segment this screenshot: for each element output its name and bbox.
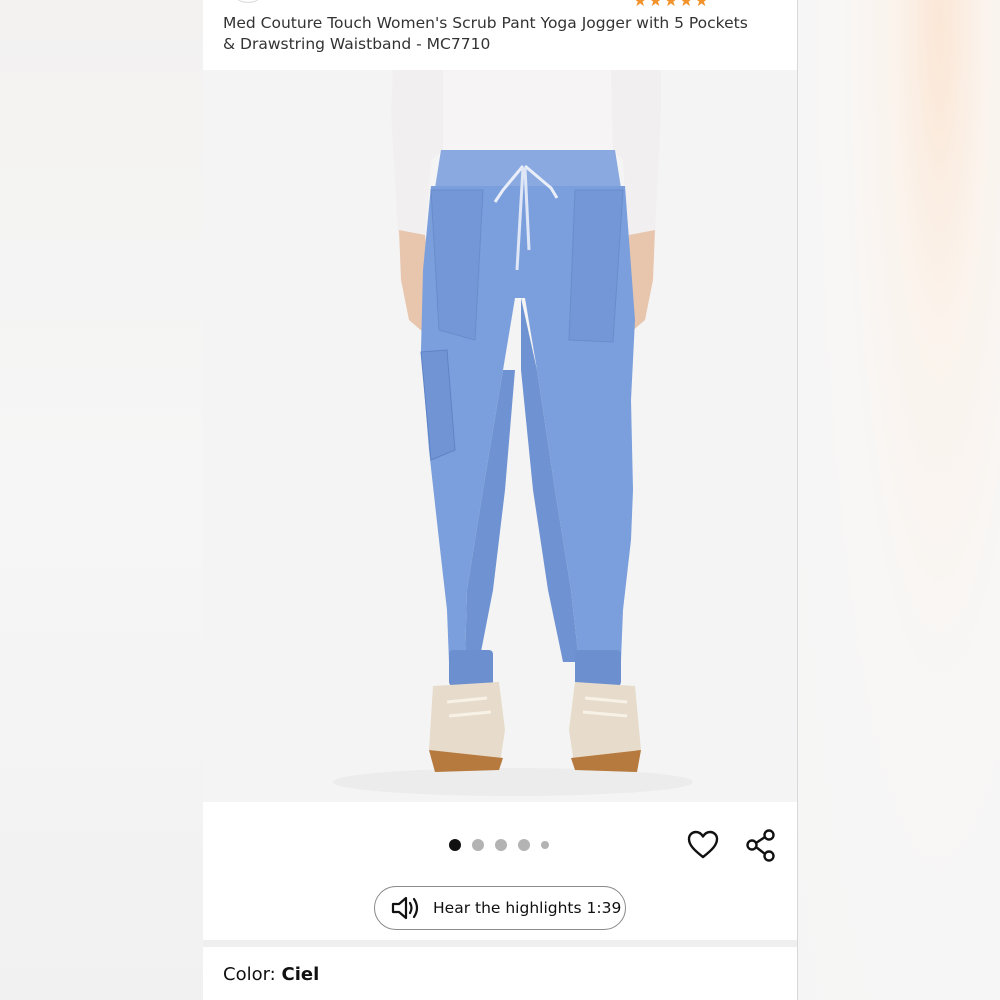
product-photo <box>333 70 693 796</box>
color-selector: Color: Ciel <box>223 964 319 985</box>
avatar <box>228 0 268 3</box>
share-icon <box>746 829 775 862</box>
background-right <box>798 0 1000 1000</box>
carousel-dot-2[interactable] <box>472 839 484 851</box>
carousel-dot-3[interactable] <box>495 839 507 851</box>
wishlist-button[interactable] <box>686 828 720 862</box>
image-carousel-dots <box>449 839 549 851</box>
hear-highlights-button[interactable]: Hear the highlights 1:39 <box>374 886 626 930</box>
carousel-dot-4[interactable] <box>518 839 530 851</box>
section-divider <box>203 940 797 947</box>
hear-highlights-label: Hear the highlights 1:39 <box>433 899 622 917</box>
share-button[interactable] <box>744 828 778 862</box>
background-left <box>0 0 203 1000</box>
product-panel: ★★★★★ Med Couture Touch Women's Scrub Pa… <box>203 0 798 1000</box>
product-image[interactable] <box>203 70 797 802</box>
speaker-icon <box>391 896 419 920</box>
color-value: Ciel <box>281 964 320 985</box>
color-label: Color: <box>223 964 276 985</box>
rating-stars[interactable]: ★★★★★ <box>633 0 710 10</box>
product-title: Med Couture Touch Women's Scrub Pant Yog… <box>223 14 748 53</box>
heart-outline-icon <box>687 830 719 859</box>
carousel-dot-5[interactable] <box>541 841 549 849</box>
carousel-dot-1[interactable] <box>449 839 461 851</box>
